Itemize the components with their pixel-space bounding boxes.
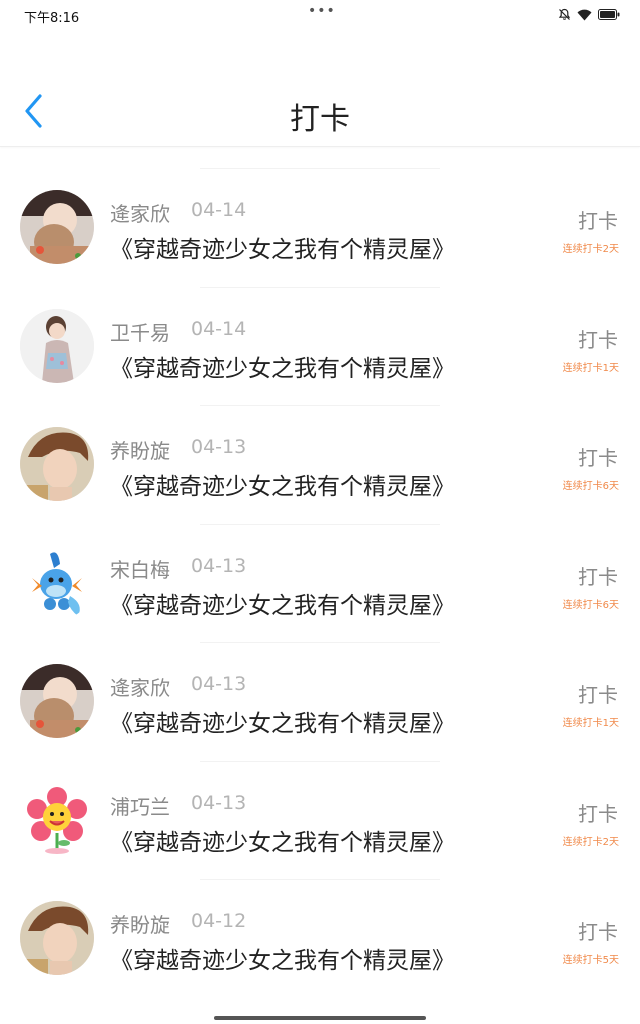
list-item[interactable]: 宋白梅 04-13 《穿越奇迹少女之我有个精灵屋》 打卡 连续打卡6天	[0, 523, 640, 643]
boy-photo-avatar-icon	[20, 901, 94, 975]
book-title: 《穿越奇迹少女之我有个精灵屋》	[110, 592, 455, 619]
streak-label: 连续打卡1天	[562, 362, 619, 374]
checkin-list: 逄家欣 04-14 《穿越奇迹少女之我有个精灵屋》 打卡 连续打卡2天 卫千易 …	[0, 168, 640, 998]
home-indicator[interactable]	[214, 1016, 426, 1020]
streak-label: 连续打卡6天	[562, 481, 619, 492]
status-icons	[558, 8, 620, 21]
checkin-date: 04-13	[191, 673, 247, 695]
mute-bell-icon	[558, 8, 571, 21]
streak-label: 连续打卡1天	[562, 718, 619, 729]
user-name: 养盼旋	[110, 439, 170, 463]
streak-label: 连续打卡2天	[562, 836, 619, 848]
list-item[interactable]: 逄家欣 04-13 《穿越奇迹少女之我有个精灵屋》 打卡 连续打卡1天	[0, 642, 640, 761]
mudkip-avatar-icon	[20, 545, 94, 620]
checkin-button[interactable]: 打卡	[578, 205, 618, 234]
page-title: 打卡	[290, 102, 350, 137]
user-name: 逄家欣	[110, 676, 170, 700]
checkin-date: 04-14	[191, 317, 247, 340]
checkin-date: 04-13	[191, 436, 247, 458]
book-title: 《穿越奇迹少女之我有个精灵屋》	[110, 237, 455, 263]
status-bar: 下午8:16 •••	[0, 0, 640, 30]
nav-header: 打卡	[0, 30, 640, 147]
battery-icon	[598, 9, 620, 20]
checkin-date: 04-14	[191, 199, 247, 221]
user-name: 宋白梅	[110, 557, 170, 582]
book-title: 《穿越奇迹少女之我有个精灵屋》	[110, 829, 455, 856]
user-name: 逄家欣	[110, 202, 170, 226]
list-item[interactable]: 逄家欣 04-14 《穿越奇迹少女之我有个精灵屋》 打卡 连续打卡2天	[0, 168, 640, 287]
user-name: 浦巧兰	[110, 794, 170, 819]
list-item[interactable]: 浦巧兰 04-13 《穿越奇迹少女之我有个精灵屋》 打卡 连续打卡2天	[0, 760, 640, 880]
girl-photo-avatar-icon	[20, 664, 94, 738]
user-name: 养盼旋	[110, 913, 170, 937]
book-title: 《穿越奇迹少女之我有个精灵屋》	[110, 474, 455, 500]
checkin-date: 04-13	[191, 791, 247, 814]
avatar[interactable]	[20, 664, 94, 738]
book-title: 《穿越奇迹少女之我有个精灵屋》	[110, 355, 455, 382]
avatar[interactable]	[20, 545, 94, 620]
avatar[interactable]	[20, 901, 94, 975]
list-item[interactable]: 养盼旋 04-13 《穿越奇迹少女之我有个精灵屋》 打卡 连续打卡6天	[0, 405, 640, 524]
checkin-button[interactable]: 打卡	[578, 561, 618, 590]
status-time: 下午8:16	[24, 11, 80, 26]
avatar[interactable]	[20, 190, 94, 264]
avatar[interactable]	[20, 427, 94, 501]
book-title: 《穿越奇迹少女之我有个精灵屋》	[110, 948, 455, 974]
book-title: 《穿越奇迹少女之我有个精灵屋》	[110, 711, 455, 737]
checkin-button[interactable]: 打卡	[578, 679, 618, 708]
avatar[interactable]	[20, 308, 94, 383]
status-dots: •••	[308, 3, 336, 19]
boy-photo-avatar-icon	[20, 427, 94, 501]
user-name: 卫千易	[110, 320, 170, 345]
checkin-button[interactable]: 打卡	[578, 916, 618, 945]
avatar[interactable]	[20, 782, 94, 857]
list-item[interactable]: 卫千易 04-14 《穿越奇迹少女之我有个精灵屋》 打卡 连续打卡1天	[0, 286, 640, 406]
girl-photo-avatar-icon	[20, 190, 94, 264]
checkin-button[interactable]: 打卡	[578, 442, 618, 471]
checkin-button[interactable]: 打卡	[578, 798, 618, 827]
flower-avatar-icon	[20, 782, 94, 857]
checkin-date: 04-13	[191, 554, 247, 577]
woman-photo-avatar-icon	[20, 308, 94, 383]
streak-label: 连续打卡2天	[562, 244, 619, 255]
wifi-icon	[577, 9, 592, 21]
checkin-date: 04-12	[191, 910, 247, 932]
list-item[interactable]: 养盼旋 04-12 《穿越奇迹少女之我有个精灵屋》 打卡 连续打卡5天	[0, 879, 640, 998]
streak-label: 连续打卡5天	[562, 955, 619, 966]
checkin-button[interactable]: 打卡	[578, 324, 618, 353]
streak-label: 连续打卡6天	[562, 599, 619, 611]
